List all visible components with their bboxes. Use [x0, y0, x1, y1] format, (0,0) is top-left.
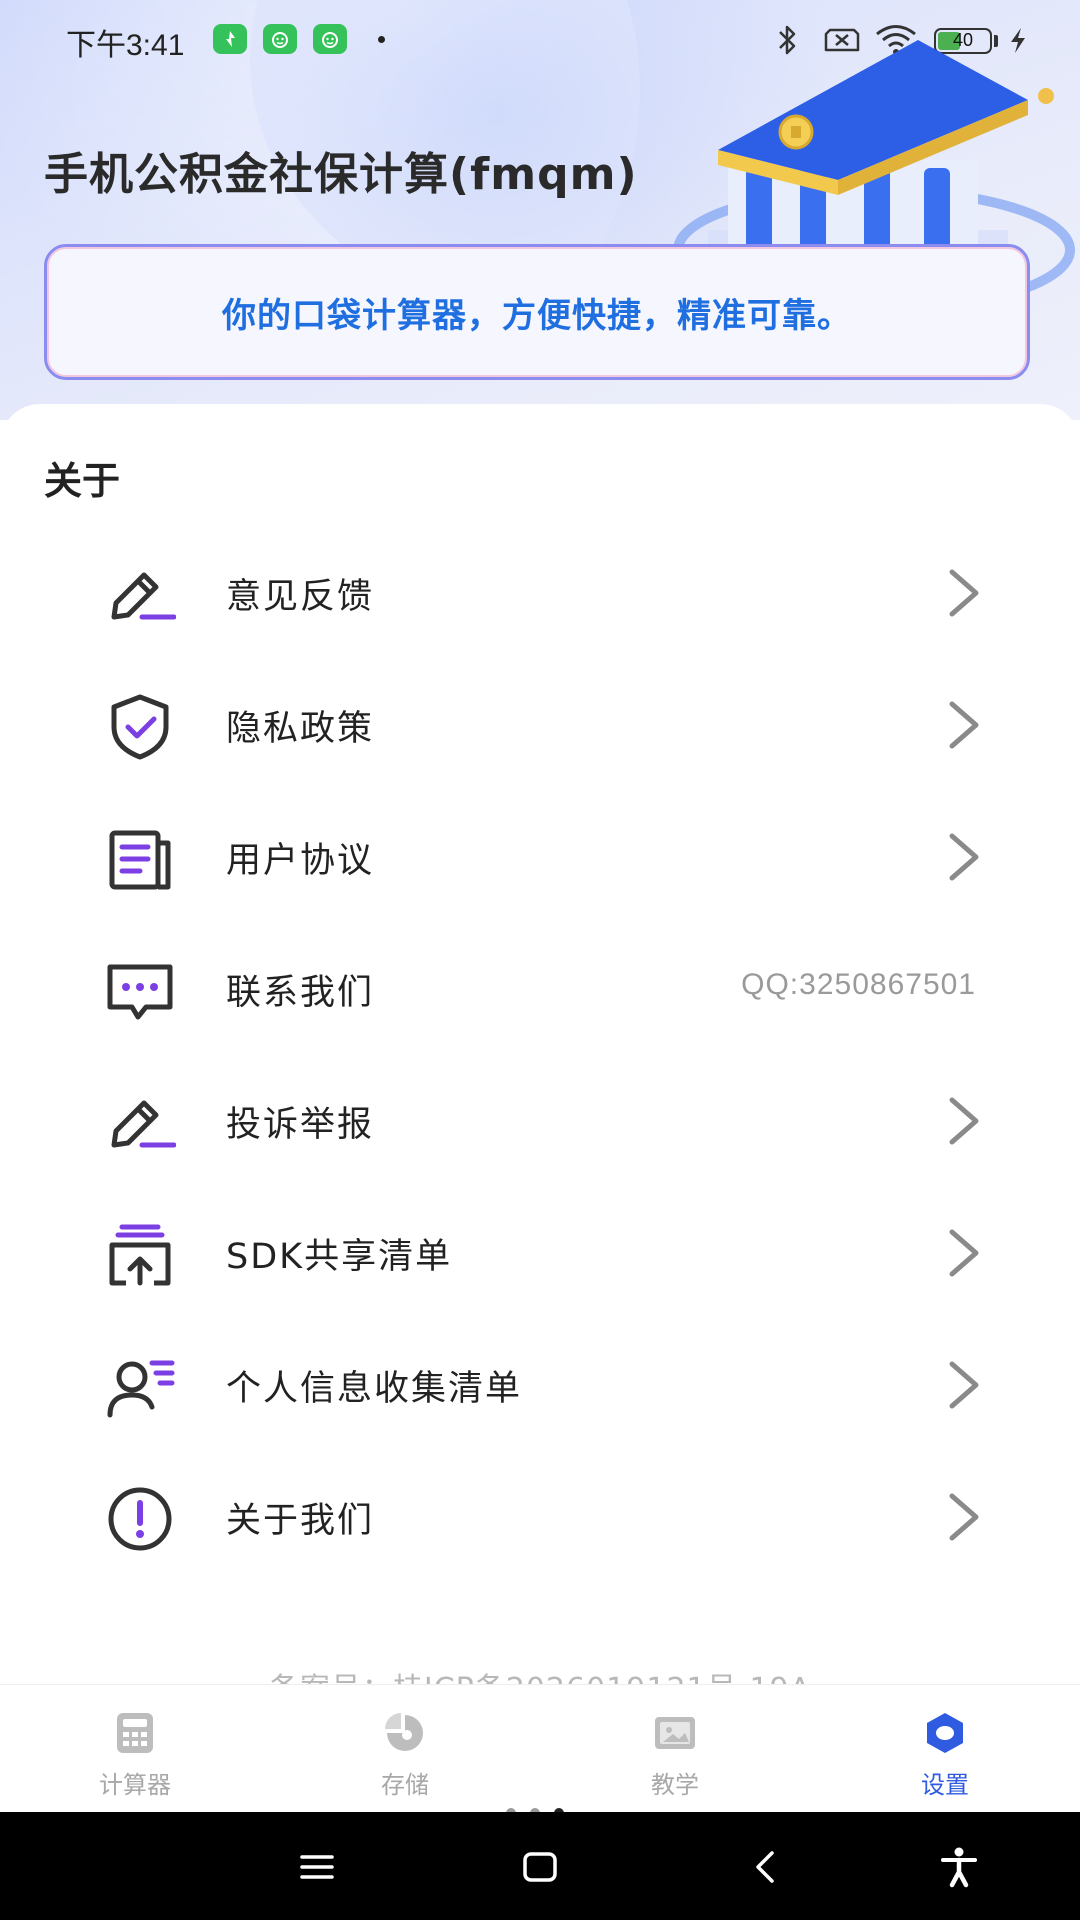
privacy-shield-icon [111, 694, 169, 760]
menu-item-personal-info-list[interactable]: 个人信息收集清单 [0, 1318, 1080, 1450]
notification-dot-icon [378, 36, 385, 43]
home-icon[interactable] [515, 1842, 565, 1892]
tab-label: 设置 [921, 1771, 969, 1799]
back-icon[interactable] [742, 1842, 792, 1892]
app-title: 手机公积金社保计算(fmqm) [44, 149, 638, 200]
chevron-right-icon [949, 1361, 979, 1409]
chevron-right-icon [949, 1229, 979, 1277]
tab-label: 存储 [381, 1771, 429, 1799]
tab-calculator[interactable]: 计算器 [0, 1685, 270, 1813]
contact-message-icon [107, 964, 173, 1020]
menu-item-label: 关于我们 [226, 1501, 375, 1541]
menu-item-about-us[interactable]: 关于我们 [0, 1450, 1080, 1582]
personal-info-icon [107, 1360, 175, 1418]
settings-hexagon-icon [927, 1713, 963, 1753]
menu-item-feedback[interactable]: 意见反馈 [0, 526, 1080, 658]
app-notification-icon [263, 24, 297, 54]
complaint-pencil-icon [111, 1100, 176, 1148]
menu-item-label: 投诉举报 [226, 1105, 375, 1145]
menu-item-complaint-report[interactable]: 投诉举报 [0, 1054, 1080, 1186]
tab-label: 计算器 [99, 1771, 171, 1799]
menu-item-contact-us[interactable]: 联系我们 QQ:3250867501 [0, 922, 1080, 1054]
menu-item-label: 用户协议 [226, 841, 375, 881]
accessibility-icon[interactable] [934, 1842, 984, 1892]
slogan-banner: 你的口袋计算器，方便快捷，精准可靠。 [44, 244, 1030, 380]
chevron-right-icon [949, 1097, 979, 1145]
tab-label: 教学 [651, 1771, 699, 1799]
bottom-tab-bar: 计算器 存储 教学 设置 [0, 1684, 1080, 1812]
status-time: 下午3:41 [66, 29, 185, 62]
tab-settings[interactable]: 设置 [810, 1685, 1080, 1813]
feedback-pencil-icon [111, 572, 176, 620]
system-navigation-bar [0, 1812, 1080, 1920]
menu-item-label: SDK共享清单 [226, 1237, 453, 1277]
pie-chart-icon [385, 1713, 423, 1751]
sdk-share-icon [109, 1224, 171, 1286]
slogan-text: 你的口袋计算器，方便快捷，精准可靠。 [222, 295, 852, 336]
menu-item-sdk-share-list[interactable]: SDK共享清单 [0, 1186, 1080, 1318]
app-notification-icon [313, 24, 347, 54]
video-icon [655, 1717, 695, 1749]
app-notification-icon [213, 24, 247, 54]
tab-teaching[interactable]: 教学 [540, 1685, 810, 1813]
chevron-right-icon [949, 569, 979, 617]
contact-qq-value: QQ:3250867501 [741, 968, 976, 1001]
menu-item-privacy-policy[interactable]: 隐私政策 [0, 658, 1080, 790]
about-info-icon [108, 1487, 172, 1551]
chevron-right-icon [949, 1493, 979, 1541]
menu-item-label: 联系我们 [226, 973, 375, 1013]
chevron-right-icon [949, 701, 979, 749]
menu-item-label: 意见反馈 [226, 577, 375, 617]
menu-icon[interactable] [292, 1842, 342, 1892]
agreement-document-icon [109, 830, 171, 890]
calculator-icon [117, 1713, 153, 1753]
menu-item-label: 个人信息收集清单 [226, 1369, 523, 1409]
section-title-about: 关于 [44, 459, 121, 503]
menu-item-user-agreement[interactable]: 用户协议 [0, 790, 1080, 922]
chevron-right-icon [949, 833, 979, 881]
menu-item-label: 隐私政策 [226, 709, 375, 749]
tab-storage[interactable]: 存储 [270, 1685, 540, 1813]
